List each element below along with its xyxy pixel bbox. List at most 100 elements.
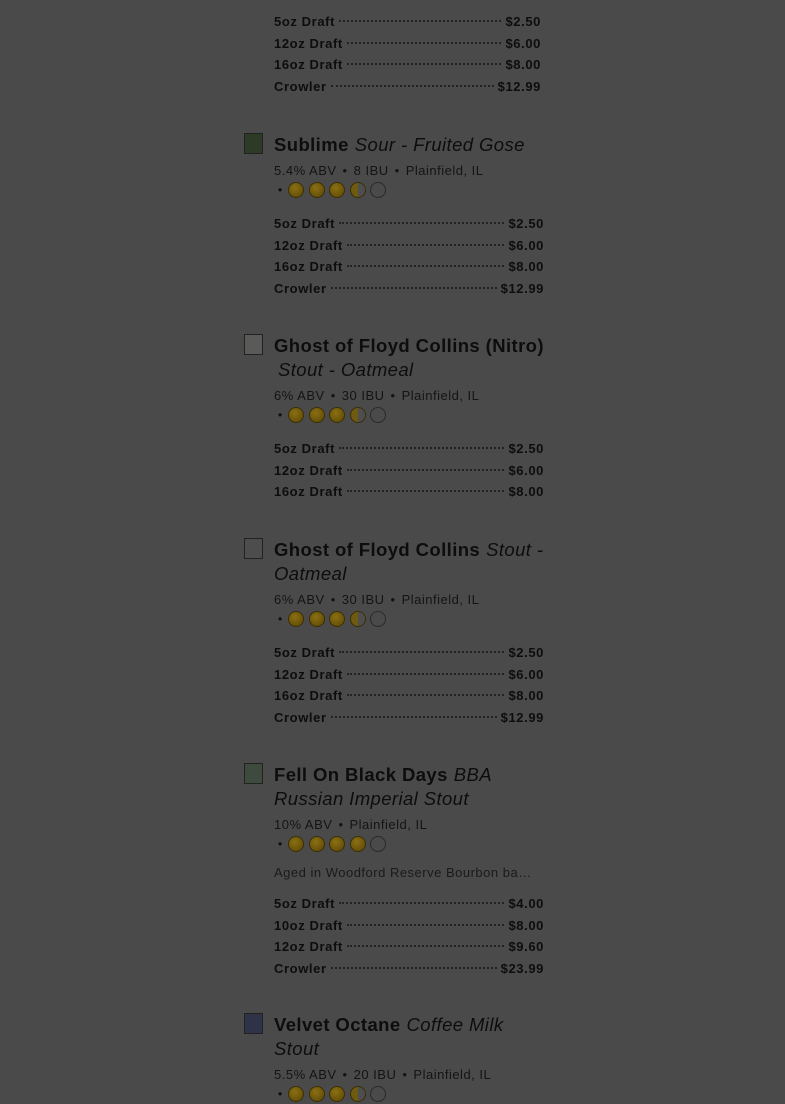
price-value: $23.99 (500, 960, 544, 976)
location: Plainfield, IL (405, 163, 484, 178)
rating-cap-icon (370, 1086, 387, 1102)
separator: • (330, 592, 336, 607)
price-row: 16oz Draft $8.00 (274, 57, 541, 79)
price-value: $6.00 (508, 666, 544, 682)
beer-name: Fell On Black Days (274, 764, 448, 785)
abv: 5.4% ABV (274, 163, 337, 178)
abv: 10% ABV (274, 817, 333, 832)
separator: • (330, 388, 336, 403)
rating-cap-icon (308, 836, 325, 852)
separator: • (278, 408, 283, 422)
dot-leader (339, 447, 505, 449)
rating-cap-icon (370, 836, 387, 852)
rating-cap-icon (329, 611, 346, 627)
size-label: 16oz Draft (274, 688, 343, 703)
beer-label-thumbnail[interactable] (244, 1013, 263, 1034)
rating: • (274, 405, 544, 425)
separator: • (278, 612, 283, 626)
dot-leader (339, 651, 505, 653)
price-row: Crowler $23.99 (274, 961, 544, 983)
size-label: 5oz Draft (274, 216, 336, 231)
location: Plainfield, IL (401, 388, 480, 403)
rating: • (274, 180, 544, 200)
price-value: $8.00 (508, 259, 544, 274)
location: Plainfield, IL (413, 1067, 492, 1082)
price-row: 12oz Draft $6.00 (274, 667, 544, 689)
price-value: $4.00 (508, 896, 544, 911)
dot-leader (346, 694, 505, 696)
price-row: Crowler $12.99 (274, 710, 544, 732)
beer-label-thumbnail[interactable] (244, 538, 263, 559)
rating-cap-icon (288, 182, 305, 198)
dot-leader (339, 20, 502, 22)
beer-name: Sublime (274, 134, 349, 155)
price-value: $8.00 (505, 57, 541, 72)
beer-title: Fell On Black Days BBA Russian Imperial S… (274, 763, 544, 811)
rating-cap-icon (288, 836, 305, 852)
price-value: $8.00 (508, 688, 544, 703)
price-value: $2.50 (508, 645, 544, 660)
rating-cap-icon (349, 1086, 366, 1102)
price-value: $2.50 (508, 216, 544, 231)
separator: • (278, 837, 283, 851)
location: Plainfield, IL (401, 592, 480, 607)
price-row: 16oz Draft $8.00 (274, 259, 544, 281)
beer-style: Sour - Fruited Gose (354, 134, 525, 155)
price-row: 10oz Draft $8.00 (274, 918, 544, 940)
separator: • (342, 1067, 348, 1082)
beer-name: Ghost of Floyd Collins (274, 539, 481, 560)
price-row: 16oz Draft $8.00 (274, 688, 544, 710)
beer-title: Ghost of Floyd Collins Stout - Oatmeal (274, 538, 544, 586)
rating-cap-icon (349, 182, 366, 198)
price-row: 5oz Draft $2.50 (274, 645, 544, 667)
price-list: 5oz Draft $2.50 12oz Draft $6.00 16oz Draf… (274, 14, 541, 100)
rating: • (274, 1084, 544, 1104)
rating-cap-icon (349, 611, 366, 627)
size-label: 16oz Draft (274, 259, 343, 274)
price-value: $8.00 (508, 917, 544, 933)
ibu: 30 IBU (341, 388, 385, 403)
price-list: 5oz Draft $2.50 12oz Draft $6.00 16oz Draft $… (274, 645, 544, 731)
ibu: 30 IBU (341, 592, 385, 607)
beer-label-thumbnail[interactable] (244, 334, 263, 355)
price-value: $2.50 (505, 14, 541, 29)
price-row: 5oz Draft $4.00 (274, 896, 544, 918)
beer-meta: 6% ABV • 30 IBU • Plainfield, IL (274, 592, 544, 607)
dot-leader (346, 468, 505, 471)
price-value: $6.00 (508, 462, 544, 478)
price-row: 12oz Draft $9.60 (274, 939, 544, 961)
price-row: 5oz Draft $2.50 (274, 441, 544, 463)
price-list: 5oz Draft $2.50 12oz Draft $6.00 16oz Draft $… (274, 216, 544, 302)
beer-title: Ghost of Floyd Collins (Nitro) Stout - Oa… (274, 334, 544, 382)
dot-leader (339, 222, 505, 224)
price-row: 12oz Draft $6.00 (274, 36, 541, 58)
rating-cap-icon (329, 836, 346, 852)
price-value: $8.00 (508, 484, 544, 499)
rating-cap-icon (308, 1086, 325, 1102)
size-label: 12oz Draft (274, 35, 343, 51)
rating-cap-icon (329, 182, 346, 198)
rating-cap-icon (329, 1086, 346, 1102)
separator: • (390, 388, 396, 403)
price-value: $12.99 (497, 78, 541, 94)
ibu: 8 IBU (353, 163, 389, 178)
location: Plainfield, IL (349, 817, 428, 832)
beer-label-thumbnail[interactable] (244, 763, 263, 784)
beer-title: Velvet Octane Coffee Milk Stout (274, 1013, 544, 1061)
size-label: 16oz Draft (274, 57, 343, 72)
beer-meta: 6% ABV • 30 IBU • Plainfield, IL (274, 388, 544, 403)
beer-meta: 10% ABV • Plainfield, IL (274, 817, 544, 832)
beer-label-thumbnail[interactable] (244, 133, 263, 154)
beer-meta: 5.4% ABV • 8 IBU • Plainfield, IL (274, 163, 544, 178)
price-value: $9.60 (508, 939, 544, 954)
rating-cap-icon (370, 182, 387, 198)
dot-leader (330, 84, 494, 87)
size-label: Crowler (274, 960, 327, 976)
separator: • (402, 1067, 408, 1082)
dot-leader (346, 923, 505, 926)
dot-leader (339, 902, 505, 904)
dot-leader (330, 966, 497, 969)
size-label: 12oz Draft (274, 237, 343, 253)
price-value: $2.50 (508, 441, 544, 456)
size-label: Crowler (274, 78, 327, 94)
